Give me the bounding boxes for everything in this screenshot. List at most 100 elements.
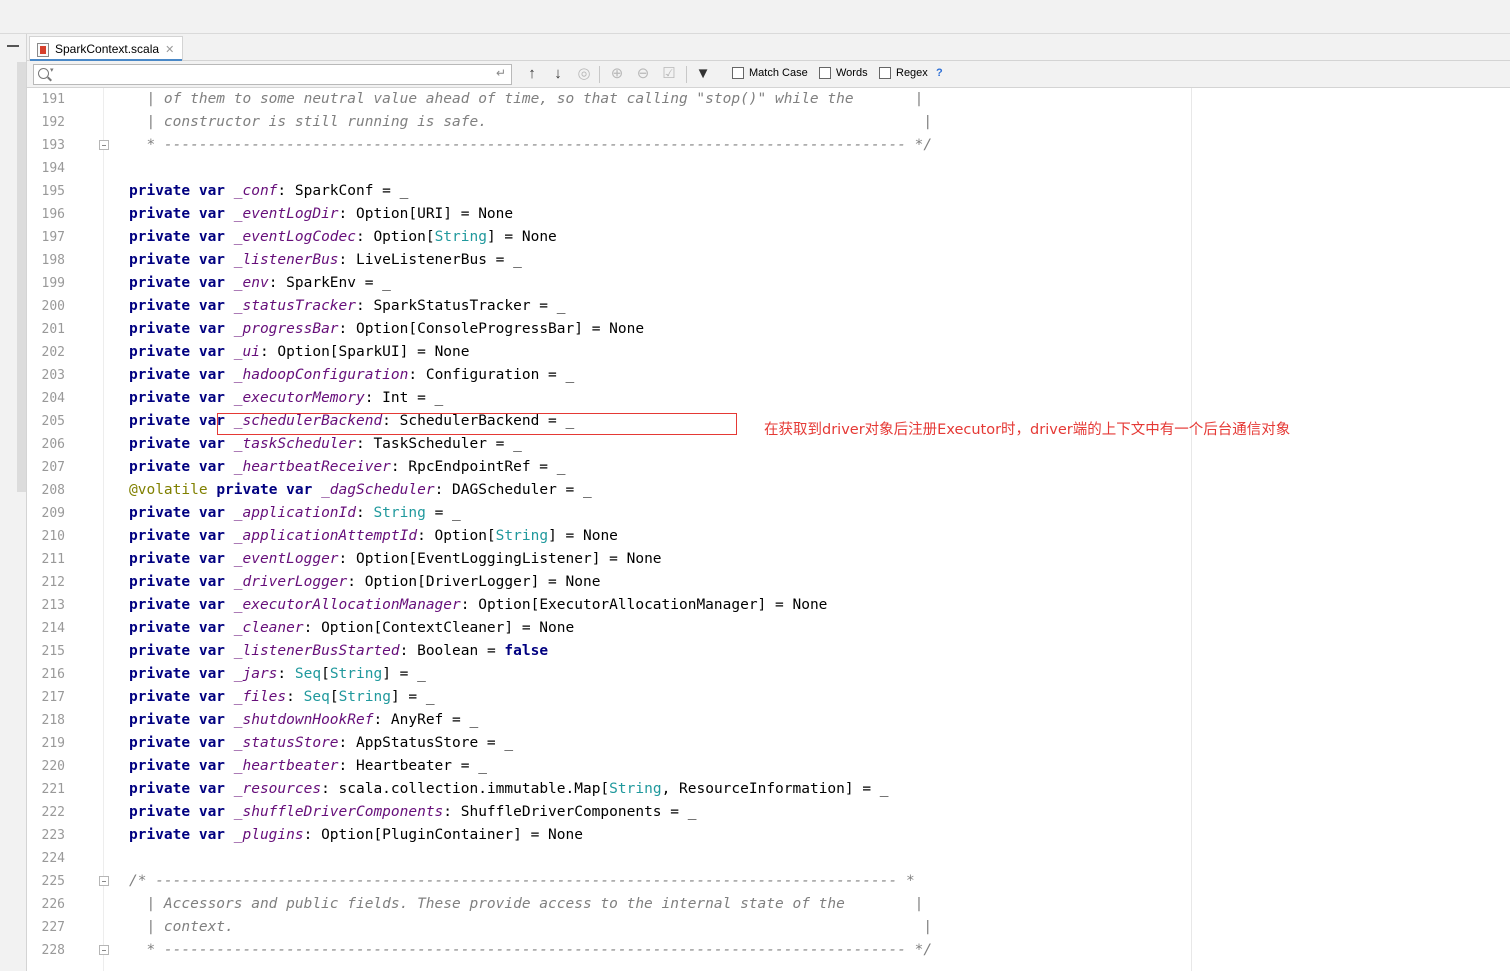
code-line[interactable]: 220 private var _heartbeater: Heartbeater… [27,755,1510,778]
code-editor[interactable]: 191 | of them to some neutral value ahea… [27,88,1510,971]
code-line[interactable]: 191 | of them to some neutral value ahea… [27,88,1510,111]
code-token: [ [321,666,330,682]
line-number: 214 [41,621,65,636]
code-line[interactable]: 207 private var _heartbeatReceiver: RpcEn… [27,456,1510,479]
match-case-option[interactable]: Match Case [732,67,808,79]
fold-marker-icon[interactable] [99,140,109,150]
line-number: 207 [41,460,65,475]
code-line[interactable]: 212 private var _driverLogger: Option[Dri… [27,571,1510,594]
code-line[interactable]: 219 private var _statusStore: AppStatusSt… [27,732,1510,755]
regex-label: Regex [896,67,928,79]
code-token: private var [129,643,234,659]
previous-occurrence-icon[interactable]: ↑ [523,65,541,83]
code-token: private var [129,344,234,360]
code-line[interactable]: 228 * ----------------------------------… [27,939,1510,962]
line-number: 194 [41,161,65,176]
code-text: * --------------------------------------… [129,134,932,157]
code-token: : SparkEnv = _ [268,275,391,291]
code-line[interactable]: 210 private var _applicationAttemptId: Op… [27,525,1510,548]
words-option[interactable]: Words [819,67,868,79]
code-line[interactable]: 199 private var _env: SparkEnv = _ [27,272,1510,295]
code-line[interactable]: 216 private var _jars: Seq[String] = _ [27,663,1510,686]
new-line-icon[interactable]: ↵ [496,66,506,80]
code-token: * --------------------------------------… [129,942,933,958]
code-line[interactable]: 227 | context. | [27,916,1510,939]
code-line[interactable]: 217 private var _files: Seq[String] = _ [27,686,1510,709]
code-token: : [277,666,295,682]
find-all-icon[interactable]: ◎ [575,65,593,83]
tab-sparkcontext-scala[interactable]: SparkContext.scala ✕ [29,36,184,62]
code-line[interactable]: 218 private var _shutdownHookRef: AnyRef … [27,709,1510,732]
code-line[interactable]: 198 private var _listenerBus: LiveListene… [27,249,1510,272]
select-all-occurrences-icon[interactable]: ☑ [660,65,678,83]
code-token: _applicationId [233,505,356,521]
code-line[interactable]: 223 private var _plugins: Option[PluginCo… [27,824,1510,847]
code-text: private var _listenerBusStarted: Boolean… [129,640,548,663]
add-occurrence-icon[interactable]: ⊕ [608,65,626,83]
fold-marker-icon[interactable] [99,945,109,955]
code-line[interactable]: 224 [27,847,1510,870]
line-number: 221 [41,782,65,797]
code-line[interactable]: 200 private var _statusTracker: SparkStat… [27,295,1510,318]
code-line[interactable]: 226 | Accessors and public fields. These… [27,893,1510,916]
regex-help-link[interactable]: ? [936,67,943,79]
code-line[interactable]: 197 private var _eventLogCodec: Option[St… [27,226,1510,249]
regex-checkbox[interactable] [879,67,891,79]
code-line[interactable]: 221 private var _resources: scala.collect… [27,778,1510,801]
code-line[interactable]: 213 private var _executorAllocationManage… [27,594,1510,617]
code-line[interactable]: 194 [27,157,1510,180]
code-token: : AppStatusStore = _ [338,735,514,751]
code-token: private var [129,551,234,567]
code-line[interactable]: 193 * ----------------------------------… [27,134,1510,157]
code-text: private var _heartbeatReceiver: RpcEndpo… [129,456,566,479]
code-line[interactable]: 214 private var _cleaner: Option[ContextC… [27,617,1510,640]
code-token: _listenerBus [233,252,339,268]
code-token: private var [129,436,234,452]
search-input[interactable] [60,66,480,83]
close-icon[interactable]: ✕ [165,43,174,56]
code-line[interactable]: 208 @volatile private var _dagScheduler: … [27,479,1510,502]
code-line[interactable]: 211 private var _eventLogger: Option[Even… [27,548,1510,571]
code-token: | of them to some neutral value ahead of… [129,91,924,107]
fold-marker-icon[interactable] [99,876,109,886]
code-line[interactable]: 196 private var _eventLogDir: Option[URI]… [27,203,1510,226]
search-icon[interactable] [38,68,49,79]
search-history-dropdown-icon[interactable]: ▾ [50,66,54,74]
code-line[interactable]: 222 private var _shuffleDriverComponents:… [27,801,1510,824]
code-token: , ResourceInformation] = _ [661,781,889,797]
code-token: | context. | [129,919,933,935]
match-case-checkbox[interactable] [732,67,744,79]
code-line[interactable]: 195 private var _conf: SparkConf = _ [27,180,1510,203]
toolbar-separator [686,66,687,83]
code-token: private var [129,459,234,475]
collapse-icon[interactable] [7,45,19,47]
code-line[interactable]: 225 /* ----------------------------------… [27,870,1510,893]
code-token: : SparkConf = _ [277,183,409,199]
next-occurrence-icon[interactable]: ↓ [549,65,567,83]
filter-icon[interactable]: ▼ [694,65,712,83]
code-line[interactable]: 192 | constructor is still running is sa… [27,111,1510,134]
code-line[interactable]: 203 private var _hadoopConfiguration: Con… [27,364,1510,387]
code-token: _executorAllocationManager [233,597,461,613]
code-text: /* -------------------------------------… [129,870,915,893]
code-line[interactable]: 209 private var _applicationId: String = … [27,502,1510,525]
code-token: private var [129,666,234,682]
words-checkbox[interactable] [819,67,831,79]
line-number: 226 [41,897,65,912]
search-box[interactable]: ▾ ↵ [33,64,512,85]
code-text: | Accessors and public fields. These pro… [129,893,923,916]
code-line[interactable]: 204 private var _executorMemory: Int = _ [27,387,1510,410]
remove-occurrence-icon[interactable]: ⊖ [634,65,652,83]
scala-file-icon [36,42,50,57]
code-token: _heartbeater [233,758,339,774]
regex-option[interactable]: Regex [879,67,928,79]
code-text: private var _cleaner: Option[ContextClea… [129,617,574,640]
line-number: 219 [41,736,65,751]
find-toolbar: ▾ ↵ ↑ ↓ ◎ ⊕ ⊖ ☑ ▼ Match Case Words Regex… [27,61,1510,88]
code-line[interactable]: 202 private var _ui: Option[SparkUI] = No… [27,341,1510,364]
code-text: private var _resources: scala.collection… [129,778,889,801]
code-line[interactable]: 201 private var _progressBar: Option[Cons… [27,318,1510,341]
code-line[interactable]: 215 private var _listenerBusStarted: Bool… [27,640,1510,663]
code-text: | constructor is still running is safe. … [129,111,932,134]
code-token: [ [329,689,339,705]
